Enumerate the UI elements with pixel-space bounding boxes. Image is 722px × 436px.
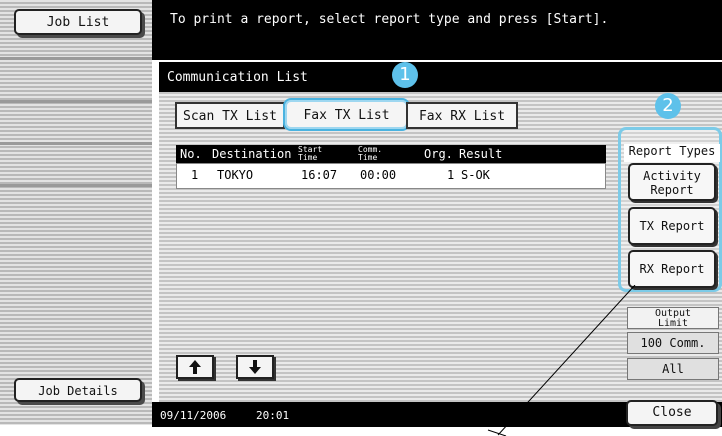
output-all-option[interactable]: All <box>627 358 719 380</box>
dialog-title: Communication List <box>167 70 308 85</box>
output-all-label: All <box>662 362 684 376</box>
activity-line1: Activity <box>643 169 701 183</box>
header-comm-line2: Time <box>358 153 378 162</box>
job-list-button[interactable]: Job List <box>14 9 142 35</box>
row-start-time: 16:07 <box>301 168 338 182</box>
row-no: 1 <box>191 168 199 182</box>
callout-number: 2 <box>662 95 674 116</box>
rx-report-button[interactable]: RX Report <box>628 250 716 288</box>
header-no: No. <box>180 147 202 161</box>
job-details-button[interactable]: Job Details <box>14 378 142 402</box>
header-result: Result <box>459 147 503 161</box>
activity-report-button[interactable]: Activity Report <box>628 163 716 201</box>
header-comm-time: Comm. Time <box>358 146 382 162</box>
down-arrow-icon <box>249 360 261 374</box>
table-row[interactable]: 1 TOKYO 16:07 00:00 1 S-OK <box>176 163 606 189</box>
sidebar-divider <box>0 57 152 60</box>
tx-report-button[interactable]: TX Report <box>628 207 716 245</box>
status-date: 09/11/2006 <box>160 409 227 422</box>
report-types-title: Report Types <box>628 144 716 158</box>
tab-fax-tx-list[interactable]: Fax TX List <box>283 98 410 131</box>
tab-scan-tx-list[interactable]: Scan TX List <box>175 102 285 129</box>
leader-line <box>487 285 636 436</box>
tab-label: Fax TX List <box>303 108 390 123</box>
row-comm-time: 00:00 <box>360 168 397 182</box>
sidebar-divider <box>0 142 152 145</box>
header-org: Org. <box>424 147 453 161</box>
header-destination: Destination <box>212 147 292 161</box>
output-limit-label: Output Limit <box>627 307 719 329</box>
tab-fax-rx-list[interactable]: Fax RX List <box>406 102 518 129</box>
output-100-comm-option[interactable]: 100 Comm. <box>627 332 719 354</box>
scroll-down-button[interactable] <box>236 355 274 379</box>
job-details-label: Job Details <box>38 384 118 398</box>
callout-number: 1 <box>399 64 411 85</box>
sidebar-divider <box>0 100 152 103</box>
header-start-time: Start Time <box>298 146 322 162</box>
row-destination: TOKYO <box>217 168 254 182</box>
report-types-label: Report Types <box>624 144 720 162</box>
job-list-label: Job List <box>46 15 110 30</box>
instruction-text: To print a report, select report type an… <box>170 12 609 27</box>
callout-1: 1 <box>392 62 418 88</box>
row-org: 1 <box>447 168 455 182</box>
output-comm-label: 100 Comm. <box>640 336 706 350</box>
left-sidebar <box>0 0 152 425</box>
output-line2: Limit <box>657 318 689 329</box>
table-header: No. Destination Start Time Comm. Time Or… <box>176 145 606 163</box>
scroll-up-button[interactable] <box>176 355 214 379</box>
tab-label: Fax RX List <box>418 109 506 124</box>
status-time: 20:01 <box>256 409 290 422</box>
up-arrow-icon <box>189 360 201 374</box>
row-result: S-OK <box>461 168 490 182</box>
tab-label: Scan TX List <box>183 109 277 124</box>
tx-report-label: TX Report <box>639 219 705 233</box>
dialog-title-bar: Communication List <box>159 62 722 92</box>
close-label: Close <box>652 405 692 420</box>
header-start-line2: Time <box>298 153 318 162</box>
callout-2: 2 <box>655 93 681 119</box>
sidebar-divider <box>0 184 152 187</box>
rx-report-label: RX Report <box>639 262 705 276</box>
instruction-message: To print a report, select report type an… <box>152 0 722 60</box>
activity-line2: Report <box>650 183 694 197</box>
